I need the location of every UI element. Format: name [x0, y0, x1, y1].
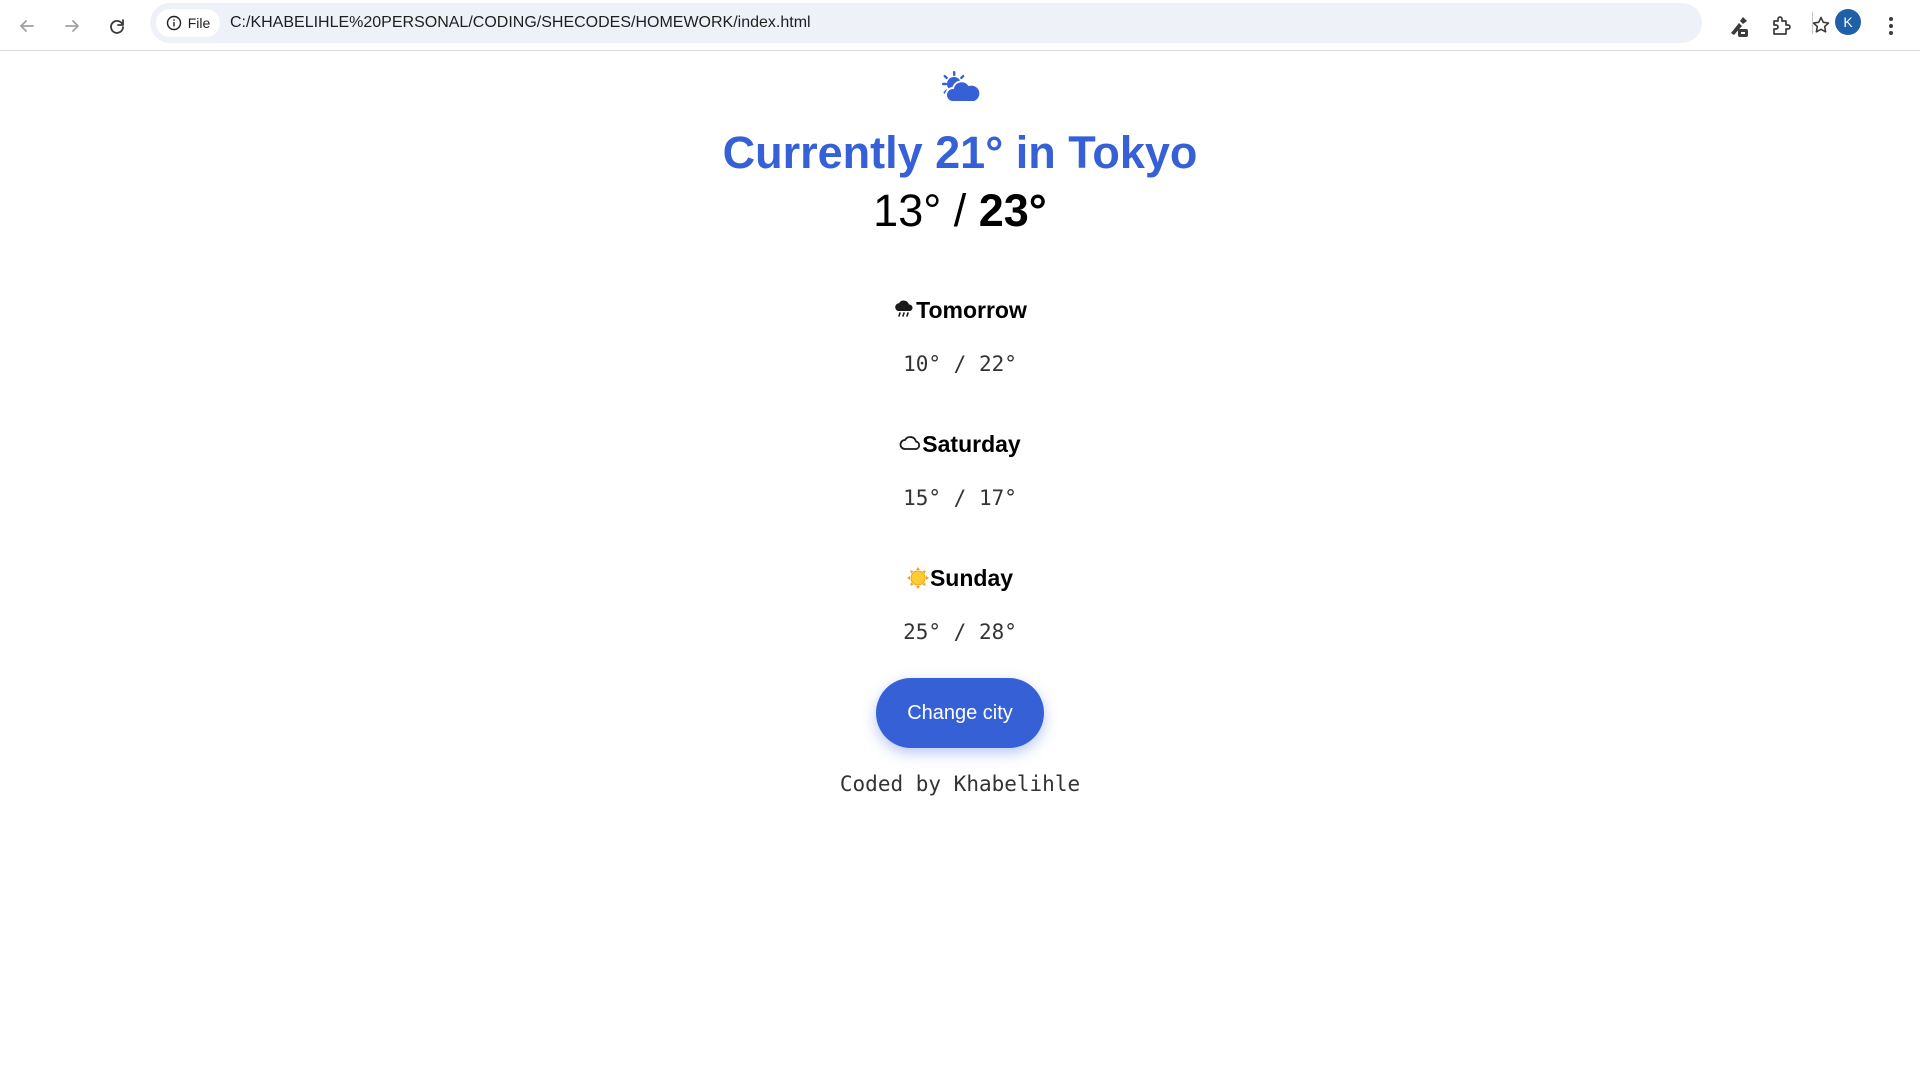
forecast-day-name: Saturday: [922, 431, 1021, 457]
today-high: 23°: [978, 185, 1047, 236]
temp-separator: /: [941, 185, 979, 236]
arrow-left-icon: [20, 20, 34, 32]
kebab-menu-icon: [1889, 17, 1893, 35]
rain-cloud-icon: [895, 300, 913, 317]
url-text[interactable]: C:/KHABELIHLE%20PERSONAL/CODING/SHECODES…: [230, 14, 811, 32]
back-button[interactable]: [9, 8, 45, 44]
forecast-day-title: Sunday: [906, 564, 1014, 592]
today-low: 13°: [873, 185, 942, 236]
puzzle-icon: [1773, 16, 1791, 35]
browser-toolbar: File C:/KHABELIHLE%20PERSONAL/CODING/SHE…: [0, 0, 1920, 51]
sun-icon: [906, 567, 929, 589]
forecast-day: Tomorrow 10° / 22°: [0, 296, 1920, 377]
current-weather-headline: Currently 21° in Tokyo: [722, 127, 1198, 178]
forecast-day-temps: 25° / 28°: [903, 620, 1017, 644]
footer-credit: Coded by Khabelihle: [839, 772, 1081, 796]
toolbar-separator: [1812, 12, 1813, 34]
profile-avatar[interactable]: K: [1835, 9, 1861, 35]
forecast-day: Saturday 15° / 17°: [0, 430, 1920, 511]
forecast-day-title: Tomorrow: [893, 296, 1027, 324]
cloud-icon: [899, 436, 921, 450]
forecast-day-name: Tomorrow: [916, 297, 1027, 323]
forecast-day: Sunday 25° / 28°: [0, 564, 1920, 645]
forecast-day-name: Sunday: [929, 565, 1014, 591]
extension-action-button[interactable]: [1720, 8, 1756, 44]
change-city-button[interactable]: Change city: [876, 678, 1044, 748]
paintbrush-icon: [1731, 17, 1748, 37]
arrow-right-icon: [65, 20, 79, 32]
reload-icon: [110, 19, 124, 34]
star-icon: [1812, 16, 1830, 33]
extensions-button[interactable]: [1763, 8, 1799, 44]
forward-button[interactable]: [54, 8, 90, 44]
site-chip-label: File: [187, 15, 211, 31]
forecast-day-title: Saturday: [899, 430, 1021, 458]
reload-button[interactable]: [99, 8, 135, 44]
forecast-day-temps: 15° / 17°: [903, 486, 1017, 510]
forecast-day-temps: 10° / 22°: [903, 352, 1017, 376]
info-icon: [166, 15, 181, 31]
today-temperature-range: 13° / 23°: [0, 184, 1920, 238]
site-info-chip[interactable]: File: [156, 9, 220, 37]
partly-cloudy-icon: [942, 71, 982, 103]
browser-menu-button[interactable]: [1873, 8, 1909, 44]
address-bar[interactable]: File C:/KHABELIHLE%20PERSONAL/CODING/SHE…: [150, 3, 1830, 43]
